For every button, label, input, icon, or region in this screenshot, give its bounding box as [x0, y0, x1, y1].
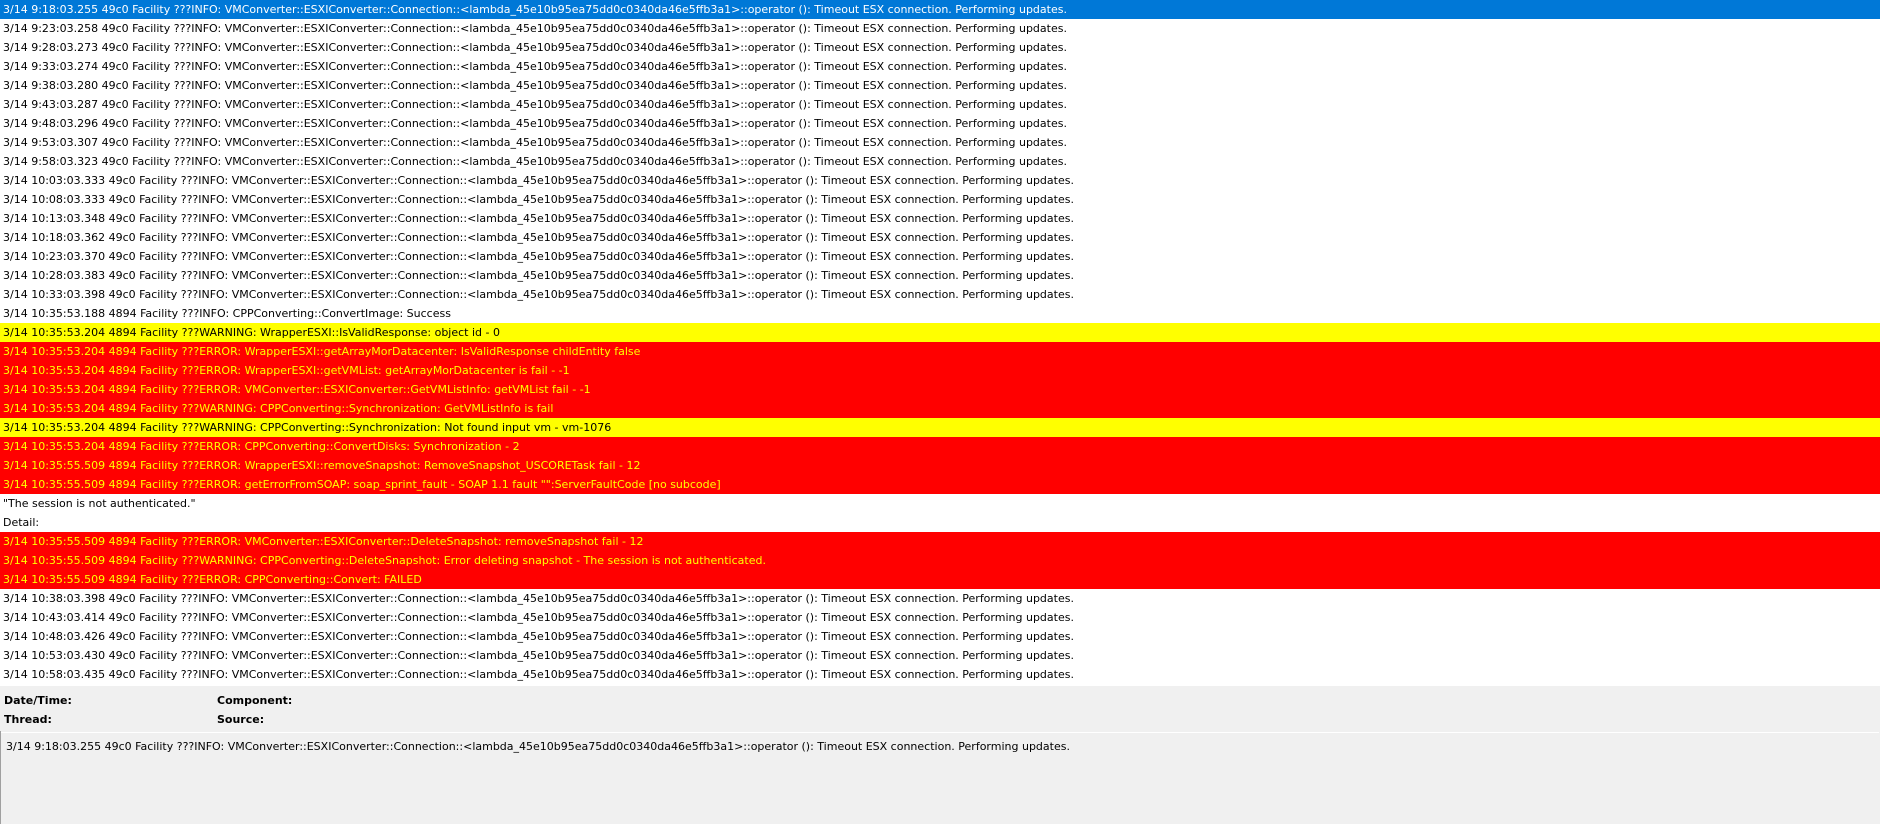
- log-row[interactable]: 3/14 9:58:03.323 49c0 Facility ???INFO: …: [0, 152, 1880, 171]
- log-row[interactable]: 3/14 10:13:03.348 49c0 Facility ???INFO:…: [0, 209, 1880, 228]
- log-row[interactable]: 3/14 10:48:03.426 49c0 Facility ???INFO:…: [0, 627, 1880, 646]
- details-message[interactable]: 3/14 9:18:03.255 49c0 Facility ???INFO: …: [1, 732, 1879, 824]
- log-list[interactable]: 3/14 9:18:03.255 49c0 Facility ???INFO: …: [0, 0, 1880, 686]
- thread-label: Thread:: [4, 713, 52, 726]
- log-row[interactable]: 3/14 10:35:55.509 4894 Facility ???ERROR…: [0, 475, 1880, 494]
- log-row[interactable]: 3/14 10:38:03.398 49c0 Facility ???INFO:…: [0, 589, 1880, 608]
- log-row[interactable]: 3/14 10:35:53.204 4894 Facility ???ERROR…: [0, 361, 1880, 380]
- log-row[interactable]: 3/14 10:18:03.362 49c0 Facility ???INFO:…: [0, 228, 1880, 247]
- log-row[interactable]: Detail:: [0, 513, 1880, 532]
- log-row[interactable]: 3/14 10:35:55.509 4894 Facility ???ERROR…: [0, 532, 1880, 551]
- log-row[interactable]: 3/14 10:03:03.333 49c0 Facility ???INFO:…: [0, 171, 1880, 190]
- log-row[interactable]: 3/14 10:53:03.430 49c0 Facility ???INFO:…: [0, 646, 1880, 665]
- log-row[interactable]: 3/14 10:35:55.509 4894 Facility ???ERROR…: [0, 456, 1880, 475]
- log-row[interactable]: 3/14 10:35:55.509 4894 Facility ???ERROR…: [0, 570, 1880, 589]
- log-row[interactable]: 3/14 9:23:03.258 49c0 Facility ???INFO: …: [0, 19, 1880, 38]
- panel-edge: [0, 731, 1, 824]
- log-row[interactable]: 3/14 10:58:03.435 49c0 Facility ???INFO:…: [0, 665, 1880, 684]
- source-label: Source:: [217, 713, 265, 726]
- log-row[interactable]: 3/14 9:43:03.287 49c0 Facility ???INFO: …: [0, 95, 1880, 114]
- log-row[interactable]: 3/14 9:18:03.255 49c0 Facility ???INFO: …: [0, 0, 1880, 19]
- log-row[interactable]: 3/14 9:53:03.307 49c0 Facility ???INFO: …: [0, 133, 1880, 152]
- log-row[interactable]: 3/14 10:43:03.414 49c0 Facility ???INFO:…: [0, 608, 1880, 627]
- log-row[interactable]: 3/14 10:28:03.383 49c0 Facility ???INFO:…: [0, 266, 1880, 285]
- component-label: Component:: [217, 694, 293, 707]
- log-row[interactable]: 3/14 10:08:03.333 49c0 Facility ???INFO:…: [0, 190, 1880, 209]
- log-row[interactable]: 3/14 9:28:03.273 49c0 Facility ???INFO: …: [0, 38, 1880, 57]
- log-row[interactable]: 3/14 10:35:53.204 4894 Facility ???WARNI…: [0, 418, 1880, 437]
- log-row[interactable]: 3/14 10:35:53.188 4894 Facility ???INFO:…: [0, 304, 1880, 323]
- log-row[interactable]: 3/14 10:35:53.204 4894 Facility ???WARNI…: [0, 399, 1880, 418]
- datetime-label: Date/Time:: [4, 694, 72, 707]
- log-row[interactable]: 3/14 9:48:03.296 49c0 Facility ???INFO: …: [0, 114, 1880, 133]
- log-row[interactable]: 3/14 10:35:53.204 4894 Facility ???WARNI…: [0, 323, 1880, 342]
- log-row[interactable]: 3/14 9:38:03.280 49c0 Facility ???INFO: …: [0, 76, 1880, 95]
- log-row[interactable]: "The session is not authenticated.": [0, 494, 1880, 513]
- details-panel: Date/Time: Component: Thread: Source: 3/…: [0, 686, 1880, 824]
- log-row[interactable]: 3/14 10:33:03.398 49c0 Facility ???INFO:…: [0, 285, 1880, 304]
- log-row[interactable]: 3/14 10:35:53.204 4894 Facility ???ERROR…: [0, 380, 1880, 399]
- log-row[interactable]: 3/14 10:23:03.370 49c0 Facility ???INFO:…: [0, 247, 1880, 266]
- log-row[interactable]: 3/14 10:35:53.204 4894 Facility ???ERROR…: [0, 342, 1880, 361]
- log-row[interactable]: 3/14 9:33:03.274 49c0 Facility ???INFO: …: [0, 57, 1880, 76]
- log-row[interactable]: 3/14 10:35:53.204 4894 Facility ???ERROR…: [0, 437, 1880, 456]
- log-row[interactable]: 3/14 10:35:55.509 4894 Facility ???WARNI…: [0, 551, 1880, 570]
- log-viewer-window: 3/14 9:18:03.255 49c0 Facility ???INFO: …: [0, 0, 1880, 824]
